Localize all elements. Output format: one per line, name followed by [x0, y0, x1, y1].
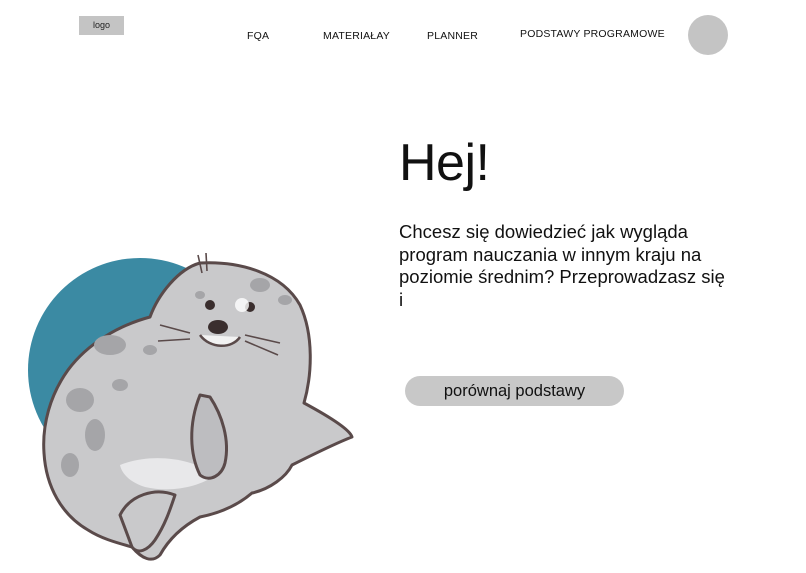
seal-left-eye: [205, 300, 215, 310]
hero-description: Chcesz się dowiedzieć jak wygląda progra…: [399, 221, 725, 310]
seal-eye-highlight: [235, 298, 249, 312]
hero-title: Hej!: [399, 134, 490, 192]
nav-item-materials[interactable]: MATERIAŁAY: [323, 30, 390, 42]
seal-nose: [208, 320, 228, 334]
seal-mascot-illustration: [28, 252, 354, 561]
nav-item-planner[interactable]: PLANNER: [427, 30, 478, 42]
logo-placeholder[interactable]: logo: [79, 16, 124, 35]
nav-item-fqa[interactable]: FQA: [247, 30, 269, 42]
avatar[interactable]: [688, 15, 728, 55]
compare-curricula-button[interactable]: porównaj podstawy: [405, 376, 624, 406]
nav-item-curriculum[interactable]: PODSTAWY PROGRAMOWE: [520, 28, 665, 40]
